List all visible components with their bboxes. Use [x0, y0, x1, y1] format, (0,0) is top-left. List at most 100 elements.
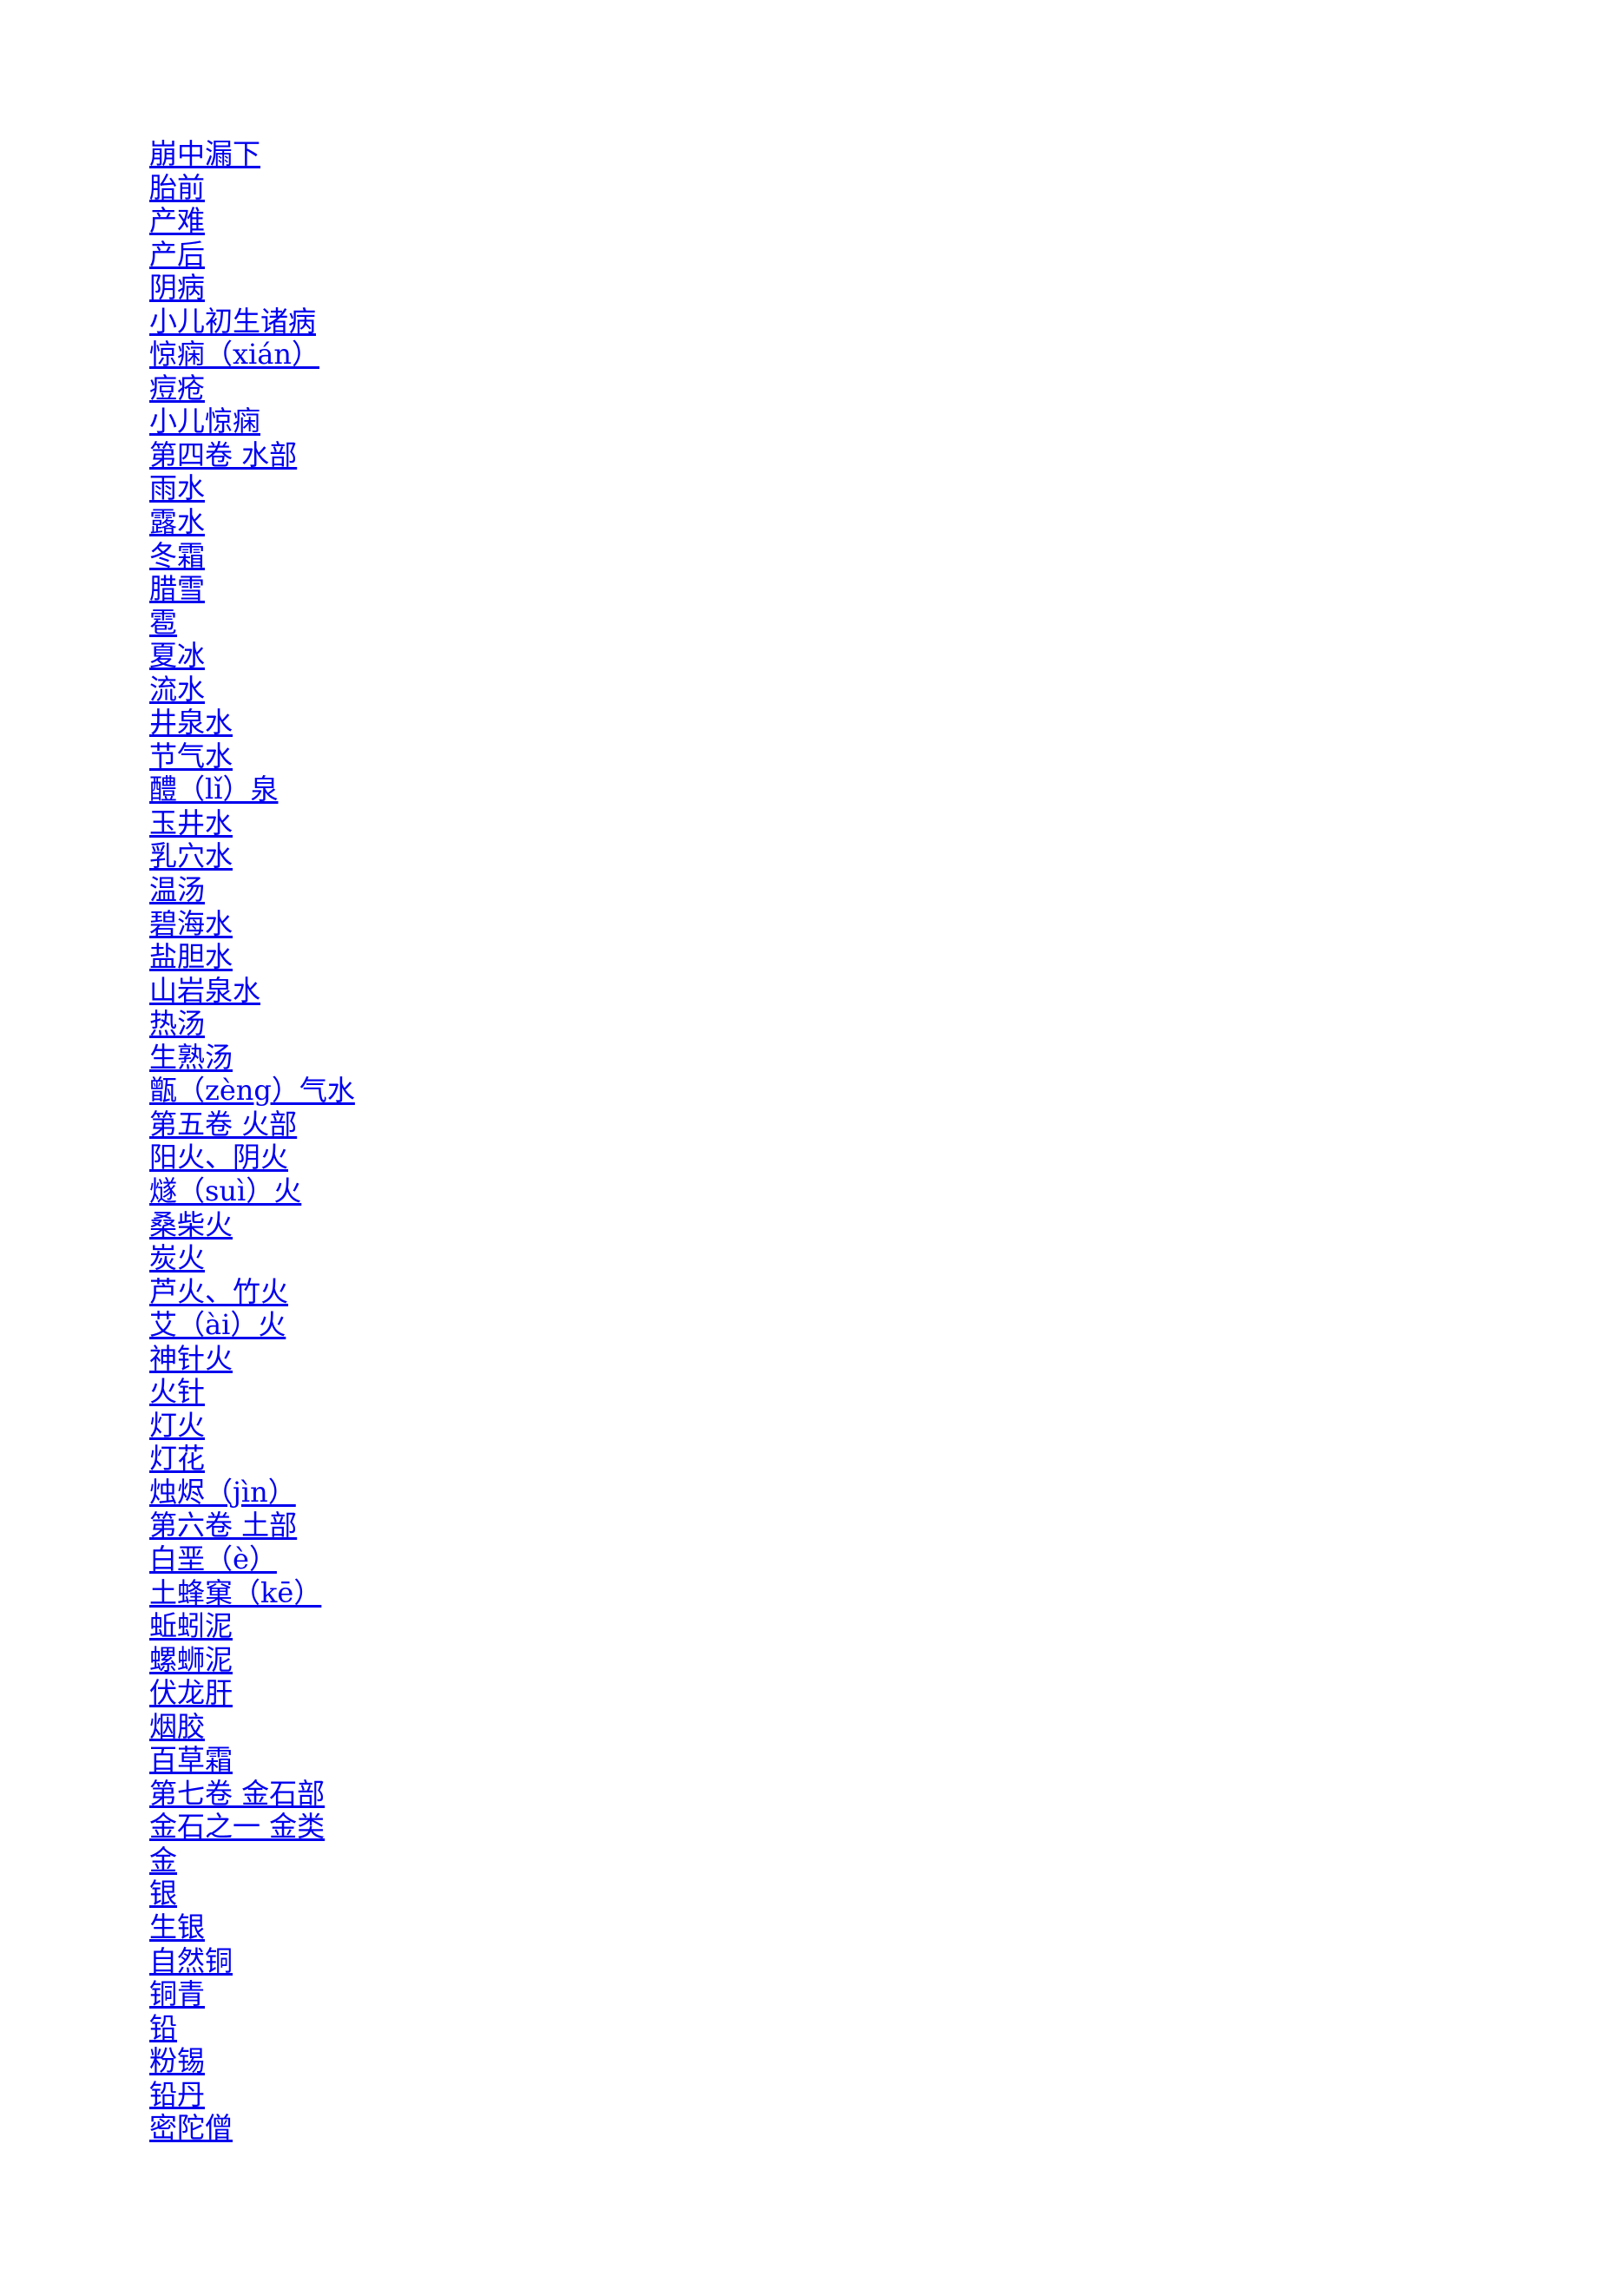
- toc-link[interactable]: 乳穴水: [149, 839, 233, 872]
- toc-link[interactable]: 第五卷 火部: [149, 1108, 297, 1141]
- toc-link[interactable]: 井泉水: [149, 706, 233, 739]
- toc-link[interactable]: 玉井水: [149, 806, 233, 839]
- toc-item: 第四卷 水部: [149, 438, 355, 472]
- toc-item: 第五卷 火部: [149, 1108, 355, 1141]
- toc-link[interactable]: 甑（zèng）气水: [149, 1074, 355, 1107]
- toc-link[interactable]: 自然铜: [149, 1944, 233, 1977]
- toc-link[interactable]: 露水: [149, 505, 205, 538]
- toc-item: 盐胆水: [149, 940, 355, 974]
- toc-link[interactable]: 桑柴火: [149, 1208, 233, 1241]
- toc-item: 烛烬（jìn）: [149, 1476, 355, 1509]
- toc-item: 炭火: [149, 1241, 355, 1275]
- toc-link[interactable]: 盐胆水: [149, 940, 233, 973]
- toc-link[interactable]: 火针: [149, 1375, 205, 1408]
- toc-link[interactable]: 蚯蚓泥: [149, 1609, 233, 1642]
- toc-item: 露水: [149, 505, 355, 539]
- toc-link[interactable]: 金: [149, 1844, 177, 1877]
- toc-item: 小儿初生诸病: [149, 305, 355, 339]
- toc-item: 产后: [149, 238, 355, 272]
- toc-link[interactable]: 灯火: [149, 1409, 205, 1442]
- toc-link[interactable]: 胎前: [149, 171, 205, 204]
- toc-link[interactable]: 百草霜: [149, 1743, 233, 1776]
- toc-item: 节气水: [149, 740, 355, 773]
- toc-item: 艾（ài）火: [149, 1308, 355, 1342]
- toc-item: 温汤: [149, 873, 355, 907]
- toc-item: 第六卷 土部: [149, 1509, 355, 1542]
- toc-link[interactable]: 铅丹: [149, 2078, 205, 2111]
- toc-link[interactable]: 阳火、阴火: [149, 1141, 288, 1174]
- toc-link[interactable]: 伏龙肝: [149, 1676, 233, 1709]
- toc-item: 雨水: [149, 471, 355, 505]
- toc-item: 火针: [149, 1375, 355, 1409]
- toc-link[interactable]: 节气水: [149, 740, 233, 773]
- toc-item: 痘疮: [149, 372, 355, 405]
- toc-link[interactable]: 阴病: [149, 271, 205, 304]
- toc-link[interactable]: 雨水: [149, 471, 205, 504]
- toc-link[interactable]: 密陀僧: [149, 2111, 233, 2144]
- toc-link[interactable]: 燧（suì）火: [149, 1174, 301, 1207]
- toc-link[interactable]: 崩中漏下: [149, 137, 260, 170]
- toc-link[interactable]: 夏冰: [149, 639, 205, 672]
- toc-item: 燧（suì）火: [149, 1174, 355, 1208]
- toc-item: 铜青: [149, 1977, 355, 2011]
- toc-link[interactable]: 生熟汤: [149, 1041, 233, 1074]
- toc-link[interactable]: 碧海水: [149, 907, 233, 940]
- toc-item: 热汤: [149, 1007, 355, 1041]
- toc-link[interactable]: 第四卷 水部: [149, 438, 297, 471]
- toc-item: 醴（lǐ）泉: [149, 773, 355, 806]
- toc-item: 银: [149, 1877, 355, 1910]
- toc-link[interactable]: 产后: [149, 238, 205, 271]
- toc-link[interactable]: 炭火: [149, 1241, 205, 1274]
- toc-link[interactable]: 白垩（è）: [149, 1542, 277, 1575]
- toc-item: 金石之一 金类: [149, 1810, 355, 1844]
- toc-item: 白垩（è）: [149, 1542, 355, 1576]
- toc-link[interactable]: 腊雪: [149, 572, 205, 605]
- toc-item: 土蜂窠（kē）: [149, 1576, 355, 1610]
- toc-link[interactable]: 生银: [149, 1910, 205, 1943]
- toc-item: 芦火、竹火: [149, 1275, 355, 1309]
- toc-link[interactable]: 芦火、竹火: [149, 1275, 288, 1308]
- toc-link[interactable]: 第六卷 土部: [149, 1509, 297, 1542]
- toc-item: 神针火: [149, 1342, 355, 1376]
- toc-link[interactable]: 粉锡: [149, 2044, 205, 2077]
- toc-link[interactable]: 冬霜: [149, 539, 205, 572]
- toc-link[interactable]: 铜青: [149, 1977, 205, 2010]
- toc-item: 小儿惊痫: [149, 404, 355, 438]
- toc-link[interactable]: 温汤: [149, 873, 205, 906]
- toc-link[interactable]: 流水: [149, 673, 205, 706]
- toc-item: 灯火: [149, 1409, 355, 1443]
- toc-link[interactable]: 灯花: [149, 1442, 205, 1475]
- toc-link[interactable]: 痘疮: [149, 372, 205, 404]
- toc-item: 螺蛳泥: [149, 1643, 355, 1677]
- toc-item: 乳穴水: [149, 839, 355, 873]
- toc-link[interactable]: 金石之一 金类: [149, 1810, 325, 1843]
- toc-item: 金: [149, 1844, 355, 1877]
- toc-link[interactable]: 产难: [149, 204, 205, 237]
- toc-link[interactable]: 小儿初生诸病: [149, 305, 316, 338]
- toc-link[interactable]: 热汤: [149, 1007, 205, 1040]
- toc-link[interactable]: 土蜂窠（kē）: [149, 1576, 321, 1609]
- toc-link[interactable]: 银: [149, 1877, 177, 1910]
- toc-link[interactable]: 烟胶: [149, 1710, 205, 1743]
- toc-item: 腊雪: [149, 572, 355, 606]
- toc-link[interactable]: 艾（ài）火: [149, 1308, 286, 1341]
- toc-item: 冬霜: [149, 539, 355, 573]
- toc-item: 铅丹: [149, 2078, 355, 2112]
- toc-link[interactable]: 醴（lǐ）泉: [149, 773, 278, 806]
- toc-item: 胎前: [149, 171, 355, 205]
- toc-link[interactable]: 螺蛳泥: [149, 1643, 233, 1676]
- toc-item: 生银: [149, 1910, 355, 1944]
- toc-item: 第七卷 金石部: [149, 1777, 355, 1811]
- toc-link[interactable]: 第七卷 金石部: [149, 1777, 325, 1810]
- toc-item: 灯花: [149, 1442, 355, 1476]
- toc-link[interactable]: 铅: [149, 2011, 177, 2044]
- toc-item: 产难: [149, 204, 355, 238]
- toc-link[interactable]: 雹: [149, 606, 177, 639]
- toc-link[interactable]: 神针火: [149, 1342, 233, 1375]
- toc-link[interactable]: 山岩泉水: [149, 974, 260, 1007]
- toc-item: 玉井水: [149, 806, 355, 840]
- toc-link[interactable]: 惊痫（xián）: [149, 338, 319, 371]
- toc-link[interactable]: 烛烬（jìn）: [149, 1476, 296, 1509]
- toc-link[interactable]: 小儿惊痫: [149, 404, 260, 437]
- table-of-contents: 崩中漏下 胎前 产难 产后 阴病 小儿初生诸病 惊痫（xián） 痘疮 小儿惊痫 第四卷 水部 雨水…: [149, 137, 355, 2145]
